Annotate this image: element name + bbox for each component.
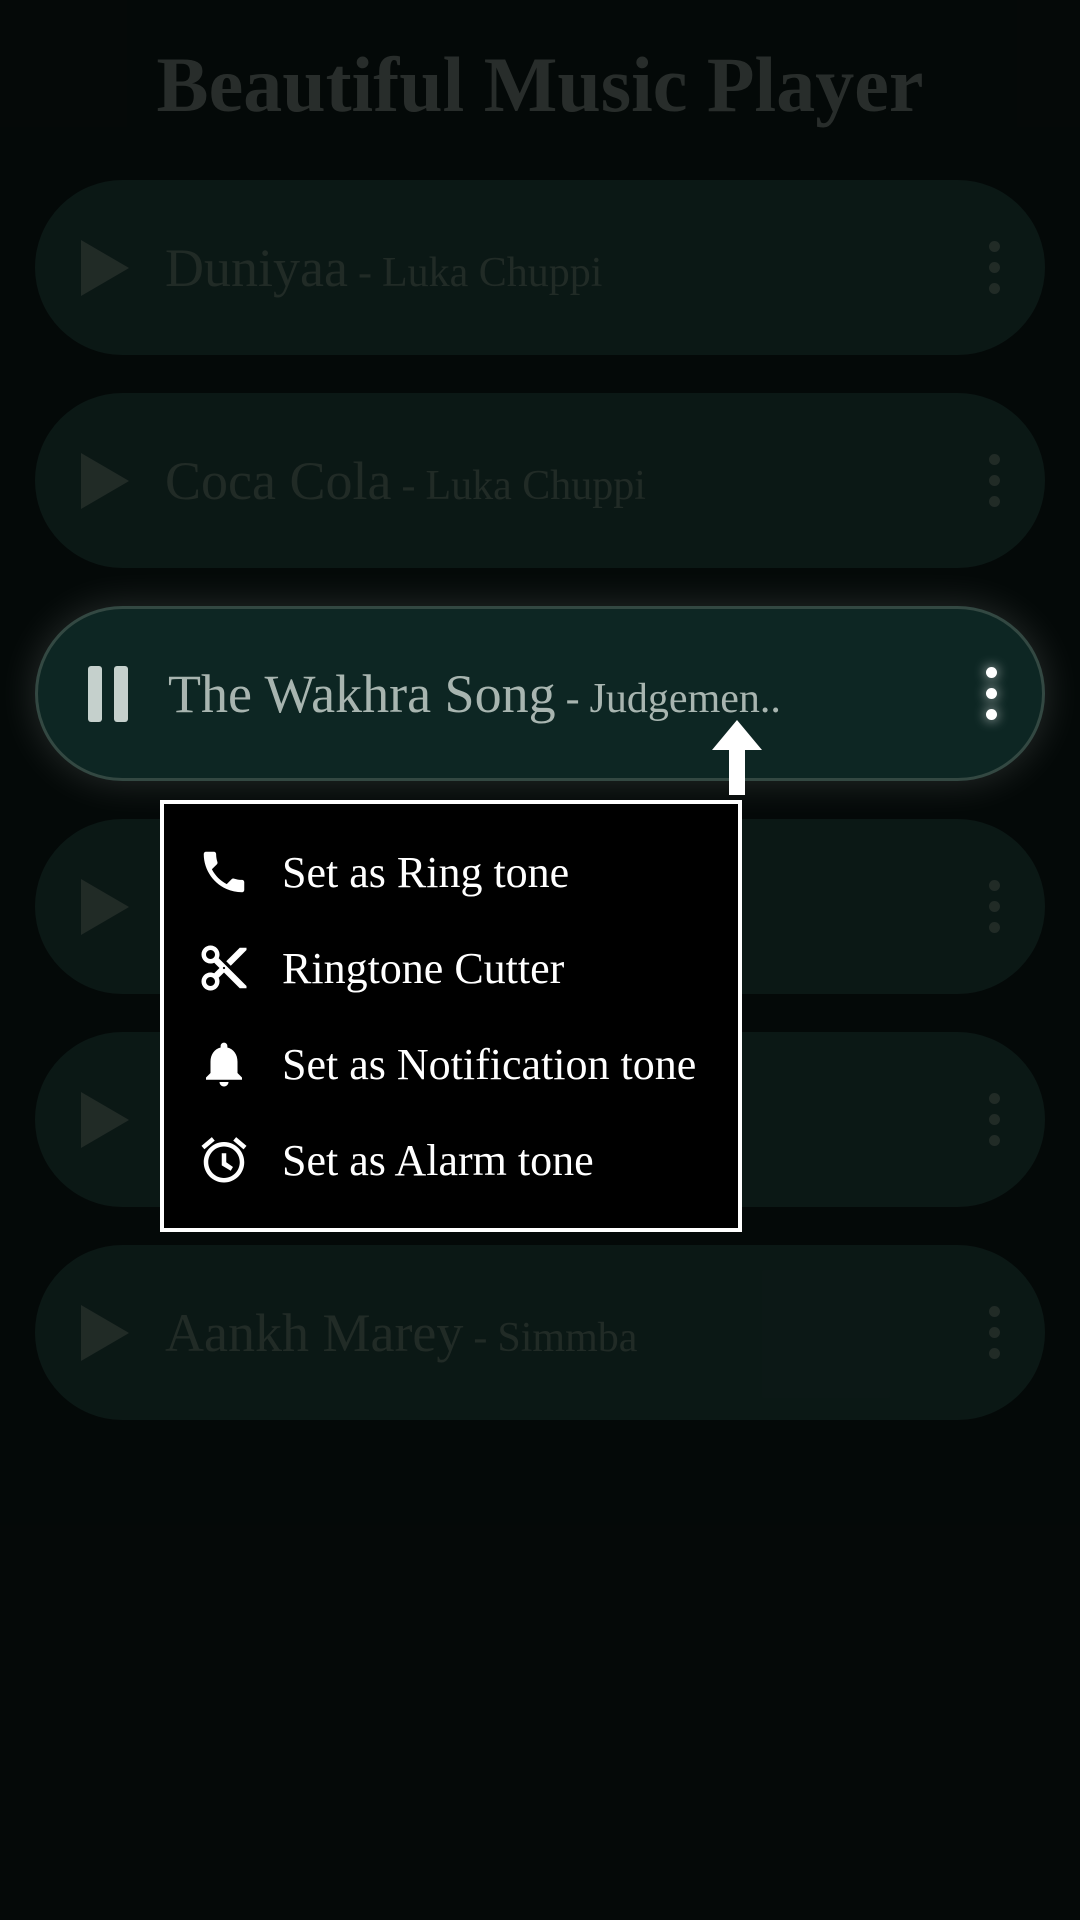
more-options-icon[interactable] (974, 439, 1015, 522)
page-title: Beautiful Music Player (0, 40, 1080, 130)
song-item-active[interactable]: The Wakhra Song - Judgemen.. (35, 606, 1045, 781)
song-item[interactable]: Duniyaa - Luka Chuppi (35, 180, 1045, 355)
song-title: Coca Cola (165, 450, 391, 512)
phone-icon (194, 842, 254, 902)
song-title: The Wakhra Song (168, 663, 556, 725)
song-item[interactable]: Coca Cola - Luka Chuppi (35, 393, 1045, 568)
play-icon[interactable] (75, 1303, 135, 1363)
separator: - (473, 1314, 487, 1362)
song-title: Aankh Marey (165, 1302, 463, 1364)
song-text: Duniyaa - Luka Chuppi (165, 237, 974, 299)
menu-item-cutter[interactable]: Ringtone Cutter (164, 920, 738, 1016)
song-title: Duniyaa (165, 237, 348, 299)
menu-label: Ringtone Cutter (282, 943, 564, 994)
more-options-icon[interactable] (974, 226, 1015, 309)
play-icon[interactable] (75, 877, 135, 937)
pause-icon[interactable] (78, 664, 138, 724)
menu-item-ringtone[interactable]: Set as Ring tone (164, 824, 738, 920)
song-text: Aankh Marey - Simmba (165, 1302, 974, 1364)
menu-item-notification[interactable]: Set as Notification tone (164, 1016, 738, 1112)
song-text: The Wakhra Song - Judgemen.. (168, 663, 971, 725)
song-text: Coca Cola - Luka Chuppi (165, 450, 974, 512)
menu-item-alarm[interactable]: Set as Alarm tone (164, 1112, 738, 1208)
more-options-icon[interactable] (974, 1291, 1015, 1374)
more-options-icon[interactable] (974, 865, 1015, 948)
play-icon[interactable] (75, 451, 135, 511)
more-options-icon[interactable] (971, 652, 1012, 735)
separator: - (401, 462, 415, 510)
separator: - (358, 249, 372, 297)
separator: - (566, 675, 580, 723)
song-artist: Judgemen.. (590, 675, 781, 723)
arrow-up-icon (712, 720, 762, 800)
alarm-clock-icon (194, 1130, 254, 1190)
bell-icon (194, 1034, 254, 1094)
play-icon[interactable] (75, 238, 135, 298)
song-artist: Luka Chuppi (425, 462, 645, 510)
song-artist: Luka Chuppi (382, 249, 602, 297)
song-artist: Simmba (497, 1314, 637, 1362)
more-options-icon[interactable] (974, 1078, 1015, 1161)
scissors-icon (194, 938, 254, 998)
context-menu: Set as Ring tone Ringtone Cutter Set as … (160, 800, 742, 1232)
header: Beautiful Music Player (0, 0, 1080, 160)
song-item[interactable]: Aankh Marey - Simmba (35, 1245, 1045, 1420)
menu-label: Set as Ring tone (282, 847, 569, 898)
play-icon[interactable] (75, 1090, 135, 1150)
menu-label: Set as Alarm tone (282, 1135, 594, 1186)
menu-label: Set as Notification tone (282, 1039, 696, 1090)
